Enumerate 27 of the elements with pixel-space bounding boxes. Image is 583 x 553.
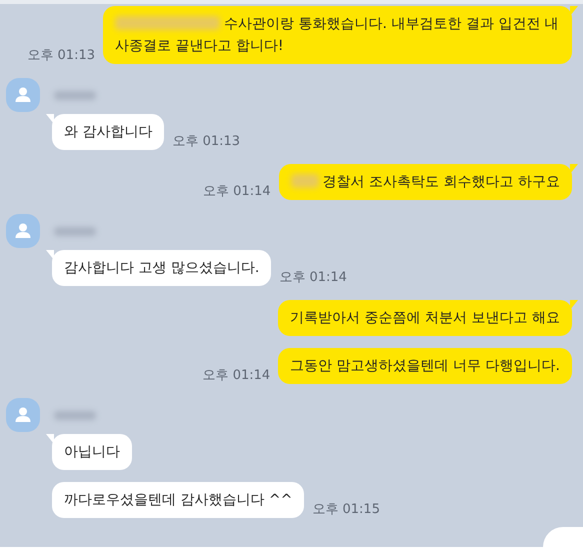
avatar-icon[interactable] (6, 214, 40, 248)
bubble-tail (570, 300, 578, 310)
received-message-bubble: 아닙니다 (52, 434, 132, 470)
redacted-name (54, 410, 96, 420)
bubble-tail (570, 6, 578, 16)
sent-message-bubble: 그동안 맘고생하셨을텐데 너무 다행입니다. (278, 348, 572, 384)
redacted-name (54, 226, 96, 236)
sent-message-bubble: 기록받아서 중순쯤에 처분서 보낸다고 해요 (278, 300, 572, 336)
message-time: 오후 01:13 (172, 133, 240, 150)
sent-message-bubble: 경찰서 조사촉탁도 회수했다고 하구요 (278, 164, 572, 200)
avatar-icon[interactable] (6, 78, 40, 112)
message-time: 오후 01:14 (279, 269, 347, 286)
message-time: 오후 01:14 (203, 183, 271, 200)
bubble-tail (46, 250, 54, 260)
bubble-tail (46, 114, 54, 124)
redacted-name (54, 90, 96, 100)
received-message-bubble: 감사합니다 고생 많으셨습니다. (52, 250, 272, 286)
avatar-icon[interactable] (6, 398, 40, 432)
scroll-down-button[interactable] (543, 527, 583, 547)
bubble-tail (46, 434, 54, 444)
sent-message-bubble: 수사관이랑 통화했습니다. 내부검토한 결과 입건전 내사종결로 끝낸다고 합니다! (103, 6, 572, 64)
received-message-bubble: 까다로우셨을텐데 감사했습니다 ^^ (52, 482, 304, 518)
received-message-bubble: 와 감사합니다 (52, 114, 164, 150)
message-time: 오후 01:14 (202, 367, 270, 384)
bubble-tail (570, 164, 578, 174)
message-time: 오후 01:15 (312, 501, 380, 518)
message-time: 오후 01:13 (27, 47, 95, 64)
